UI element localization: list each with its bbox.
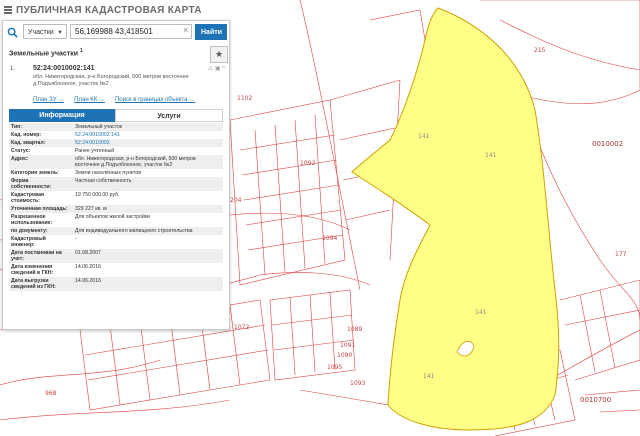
section-title-text: Земельные участки xyxy=(9,50,79,58)
link-plan-kk[interactable]: План КК → xyxy=(74,97,105,103)
map-label: 1102 xyxy=(237,95,253,102)
info-key: Кадастровый инженер: xyxy=(11,236,46,248)
map-label: 968 xyxy=(45,390,57,397)
info-key: Разрешенное использование: xyxy=(11,214,53,226)
info-value: 14.06.2016 xyxy=(75,264,101,270)
map-label: 0010700 xyxy=(580,396,612,404)
map-label: 141 xyxy=(418,133,430,140)
map-label: 141 xyxy=(485,152,497,159)
tabs: Информация Услуги xyxy=(9,109,223,122)
map-label: 1094 xyxy=(322,235,338,242)
info-row: Форма собственности: Частная собственност… xyxy=(9,177,223,191)
info-row: Разрешенное использование: Для объектов ж… xyxy=(9,213,223,227)
info-value[interactable]: 52:24:0010002 xyxy=(71,139,223,147)
info-value: - xyxy=(75,236,77,242)
section-title: Земельные участки 1 xyxy=(9,48,83,57)
map-label: 1091 xyxy=(340,342,356,349)
clear-icon[interactable]: × xyxy=(183,25,188,35)
info-table: Тип: Земельный участок Кад. номер: 52:24:00… xyxy=(9,123,223,291)
info-key: по документу: xyxy=(9,227,71,235)
info-row: Адрес: обл. Нижегородская, р-н Богородски… xyxy=(9,155,223,169)
map-label: 0010002 xyxy=(592,140,624,148)
info-value[interactable]: 52:24:0010002:141 xyxy=(71,131,223,139)
info-key: Статус: xyxy=(11,148,31,154)
info-row: Дата выгрузки сведений из ГКН: 14.06.2016 xyxy=(9,277,223,291)
map-label: 1072 xyxy=(234,324,250,331)
info-row: Кад. номер: 52:24:0010002:141 xyxy=(9,131,223,139)
info-row: по документу: Для индивидуального жилищно… xyxy=(9,227,223,235)
map-label: 1095 xyxy=(327,364,343,371)
info-row: Тип: Земельный участок xyxy=(9,123,223,131)
info-value: 19 750 000,00 руб. xyxy=(75,192,120,198)
chevron-down-icon: ▼ xyxy=(57,30,63,36)
info-value: Частная собственность xyxy=(71,177,223,191)
search-bar: Участки ▼ × Найти xyxy=(3,21,229,43)
info-key: Адрес: xyxy=(9,155,71,169)
info-row: Категория земель: Земли населённых пункто… xyxy=(9,169,223,177)
info-row: Уточненная площадь: 329 227 кв. м xyxy=(9,205,223,213)
link-plan-zu[interactable]: План ЗУ → xyxy=(33,97,64,103)
result-cad-number[interactable]: 52:24:0010002:141 xyxy=(33,65,95,72)
map-label: 1093 xyxy=(350,380,366,387)
map-label: 1090 xyxy=(337,352,353,359)
info-key: Тип: xyxy=(9,123,71,131)
result-links: План ЗУ → План КК → Поиск в границах объ… xyxy=(33,97,195,103)
result-item[interactable]: 1. 52:24:0010002:141 ⚠ ▣ ^ обл. Нижегоро… xyxy=(10,65,229,107)
app-header: ПУБЛИЧНАЯ КАДАСТРОВАЯ КАРТА xyxy=(0,0,202,20)
info-value: Земли населённых пунктов xyxy=(75,170,141,176)
info-value: Земельный участок xyxy=(71,123,223,131)
tab-services[interactable]: Услуги xyxy=(115,109,223,122)
info-value: Ранее учтенный xyxy=(75,148,115,154)
info-row: Статус: Ранее учтенный xyxy=(9,147,223,155)
info-key: Дата изменения сведений в ГКН: xyxy=(11,264,54,276)
app-title: ПУБЛИЧНАЯ КАДАСТРОВАЯ КАРТА xyxy=(16,4,202,16)
find-button[interactable]: Найти xyxy=(195,24,227,40)
info-value: 329 227 кв. м xyxy=(71,205,223,213)
info-value: 14.06.2016 xyxy=(71,277,223,291)
result-action-icons[interactable]: ⚠ ▣ ^ xyxy=(208,65,225,72)
link-search-within[interactable]: Поиск в границах объекта → xyxy=(115,97,195,103)
map-label: 141 xyxy=(475,309,487,316)
menu-icon[interactable] xyxy=(4,6,12,14)
info-row: Кадастровая стоимость: 19 750 000,00 руб. xyxy=(9,191,223,205)
info-key: Дата постановки на учет: xyxy=(9,249,71,263)
info-key: Кадастровая стоимость: xyxy=(11,192,45,204)
category-select[interactable]: Участки ▼ xyxy=(23,24,67,39)
map-label: 1092 xyxy=(300,160,316,167)
map-label: 141 xyxy=(423,373,435,380)
map-label: 204 xyxy=(230,197,242,204)
info-row: Кадастровый инженер: - xyxy=(9,235,223,249)
search-input[interactable] xyxy=(70,24,192,39)
info-key: Форма собственности: xyxy=(9,177,71,191)
info-key: Кад. номер: xyxy=(11,132,42,138)
map-label: 215 xyxy=(534,47,546,54)
result-address: обл. Нижегородская, р-н Богородский, 500… xyxy=(33,74,189,87)
info-value: обл. Нижегородская, р-н Богородский, 500… xyxy=(71,155,223,169)
info-value: 01.08.2007 xyxy=(71,249,223,263)
info-key: Уточненная площадь: xyxy=(9,205,71,213)
map-label: 177 xyxy=(615,251,627,258)
result-index: 1. xyxy=(10,66,16,72)
info-key: Дата выгрузки сведений из ГКН: xyxy=(9,277,71,291)
info-row: Дата изменения сведений в ГКН: 14.06.2016 xyxy=(9,263,223,277)
search-panel: Участки ▼ × Найти Земельные участки 1 ★ … xyxy=(2,20,230,330)
favorite-star-icon[interactable]: ★ xyxy=(210,46,228,63)
search-icon[interactable] xyxy=(3,21,21,43)
map-label: 1089 xyxy=(347,326,363,333)
info-key: Категория земель: xyxy=(11,170,59,176)
info-value: Для объектов жилой застройки xyxy=(75,214,151,220)
info-value: Для индивидуального жилищного строительс… xyxy=(71,227,223,235)
section-count: 1 xyxy=(79,48,83,54)
info-row: Кад. квартал: 52:24:0010002 xyxy=(9,139,223,147)
tab-information[interactable]: Информация xyxy=(9,109,115,122)
category-select-value: Участки xyxy=(28,29,54,36)
info-key: Кад. квартал: xyxy=(9,139,71,147)
info-row: Дата постановки на учет: 01.08.2007 xyxy=(9,249,223,263)
